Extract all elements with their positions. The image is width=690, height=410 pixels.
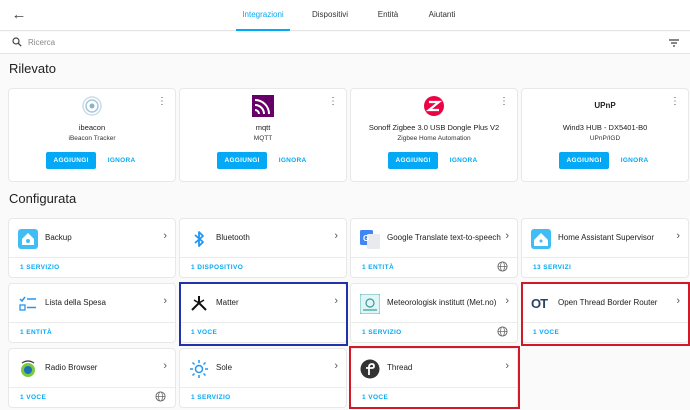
discovered-name: Wind3 HUB - DX5401-B0 [562,123,648,132]
tab-integrations[interactable]: Integrazioni [236,0,290,31]
integration-card-ha-supervisor[interactable]: Home Assistant Supervisor › 13 SERVIZI [521,218,689,278]
backup-icon [18,229,38,249]
discovered-card-zigbee: ⋮ Sonoff Zigbee 3.0 USB Dongle Plus V2 Z… [350,88,518,182]
globe-icon [155,391,166,402]
integration-title: Google Translate text-to-speech [387,233,501,242]
integration-title: Backup [45,233,72,242]
divider [180,257,346,258]
integration-title: Radio Browser [45,363,98,372]
chevron-right-icon: › [676,230,680,242]
sun-icon [190,360,208,378]
chevron-right-icon: › [505,230,509,242]
integration-footer-link[interactable]: 1 SERVIZIO [20,264,60,271]
ignore-button[interactable]: IGNORA [106,152,138,169]
section-title-configured: Configurata [9,191,77,206]
tab-helpers[interactable]: Aiutanti [422,0,462,31]
integration-title: Home Assistant Supervisor [558,233,655,242]
more-menu-icon[interactable]: ⋮ [670,97,680,107]
integration-footer-link[interactable]: 13 SERVIZI [533,264,571,271]
discovered-sub: UPnP/IGD [589,135,621,142]
discovered-card-ibeacon: ⋮ ibeacon iBeacon Tracker AGGIUNGI IGNOR… [8,88,176,182]
google-translate-icon: G [360,230,380,249]
chevron-right-icon: › [163,360,167,372]
highlight-box-otbr [521,282,690,346]
svg-text:G: G [363,234,369,243]
search-input[interactable]: Ricerca [28,38,55,47]
more-menu-icon[interactable]: ⋮ [157,97,167,107]
integration-card-met-no[interactable]: Meteorologisk institutt (Met.no) › 1 SER… [350,283,518,343]
ignore-button[interactable]: IGNORA [619,152,651,169]
discovered-sub: Zigbee Home Automation [397,135,471,142]
divider [351,257,517,258]
bluetooth-icon [194,231,204,247]
globe-icon [497,326,508,337]
integration-title: Sole [216,363,233,372]
upnp-icon: UPnP [594,101,616,110]
discovered-name: mqtt [255,123,271,132]
integration-title: Lista della Spesa [45,298,106,307]
discovered-sub: MQTT [253,135,273,142]
search-icon [12,37,22,47]
chevron-right-icon: › [334,230,338,242]
filter-icon[interactable] [668,37,680,49]
divider [9,257,175,258]
integration-card-radio-browser[interactable]: Radio Browser › 1 VOCE [8,348,176,408]
ignore-button[interactable]: IGNORA [277,152,309,169]
integration-footer-link[interactable]: 1 DISPOSITIVO [191,264,243,271]
shopping-list-icon [19,296,36,311]
back-arrow-icon[interactable]: ← [10,6,28,24]
discovered-name: Sonoff Zigbee 3.0 USB Dongle Plus V2 [368,123,500,132]
chevron-right-icon: › [334,360,338,372]
more-menu-icon[interactable]: ⋮ [499,97,509,107]
home-assistant-icon [531,229,551,249]
add-button[interactable]: AGGIUNGI [46,152,96,169]
add-button[interactable]: AGGIUNGI [217,152,267,169]
divider [9,322,175,323]
integration-card-google-translate[interactable]: G Google Translate text-to-speech › 1 EN… [350,218,518,278]
divider [351,322,517,323]
discovered-card-mqtt: ⋮ mqtt MQTT AGGIUNGI IGNORA [179,88,347,182]
tab-devices[interactable]: Dispositivi [306,0,354,31]
add-button[interactable]: AGGIUNGI [388,152,438,169]
divider [522,257,688,258]
integration-footer-link[interactable]: 1 ENTITÀ [20,329,52,336]
chevron-right-icon: › [505,295,509,307]
ignore-button[interactable]: IGNORA [448,152,480,169]
integration-footer-link[interactable]: 1 SERVIZIO [191,394,231,401]
highlight-box-thread [349,346,520,409]
discovered-card-upnp: UPnP ⋮ Wind3 HUB - DX5401-B0 UPnP/IGD AG… [521,88,689,182]
integration-card-bluetooth[interactable]: Bluetooth › 1 DISPOSITIVO [179,218,347,278]
top-bar: ← Integrazioni Dispositivi Entità Aiutan… [0,0,690,31]
radio-browser-icon [21,360,35,377]
discovered-sub: iBeacon Tracker [68,135,116,142]
integration-card-backup[interactable]: Backup › 1 SERVIZIO [8,218,176,278]
section-title-discovered: Rilevato [9,61,56,76]
tab-entities[interactable]: Entità [370,0,406,31]
search-bar[interactable]: Ricerca [0,32,690,54]
integration-footer-link[interactable]: 1 SERVIZIO [362,329,402,336]
integration-title: Meteorologisk institutt (Met.no) [387,298,497,307]
integration-title: Bluetooth [216,233,250,242]
more-menu-icon[interactable]: ⋮ [328,97,338,107]
zigbee-icon [424,96,444,116]
add-button[interactable]: AGGIUNGI [559,152,609,169]
chevron-right-icon: › [163,295,167,307]
mqtt-icon [252,95,274,117]
highlight-box-matter [179,282,348,346]
met-no-icon [360,294,380,314]
divider [9,387,175,388]
discovered-name: ibeacon [78,123,106,132]
chevron-right-icon: › [163,230,167,242]
integration-card-sun[interactable]: Sole › 1 SERVIZIO [179,348,347,408]
integration-card-shopping-list[interactable]: Lista della Spesa › 1 ENTITÀ [8,283,176,343]
integration-footer-link[interactable]: 1 ENTITÀ [362,264,394,271]
divider [180,387,346,388]
ibeacon-icon [82,96,102,116]
integration-footer-link[interactable]: 1 VOCE [20,394,46,401]
globe-icon [497,261,508,272]
